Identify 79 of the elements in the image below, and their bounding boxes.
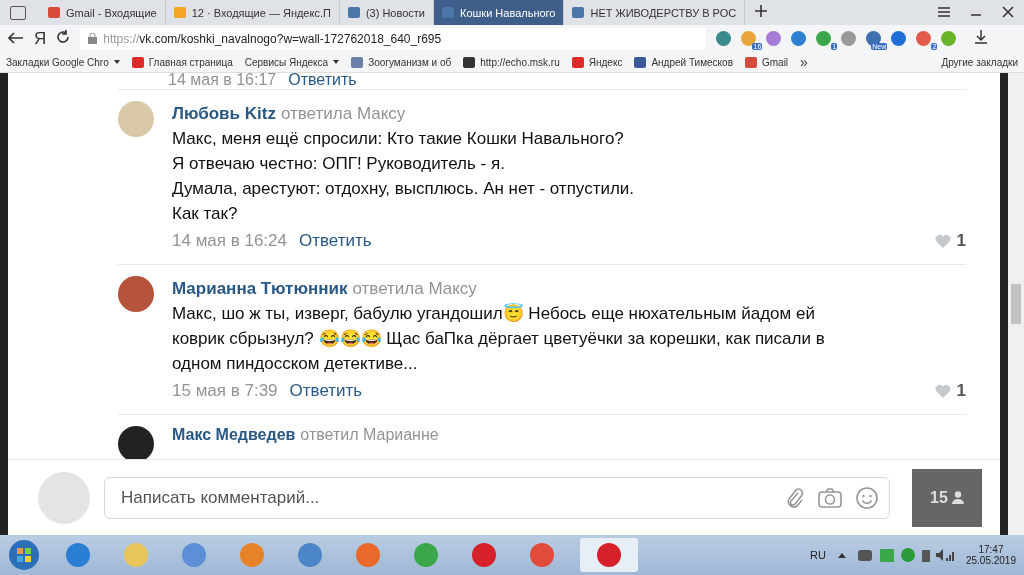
browser-tab[interactable]: Кошки Навального [434, 0, 565, 25]
bookmark-item[interactable]: Gmail [744, 56, 789, 68]
extension-icon[interactable] [791, 31, 807, 46]
heart-icon [934, 383, 951, 398]
bookmark-title: Gmail [761, 56, 789, 68]
comment-text: Макс, меня ещё спросили: Кто такие Кошки Навального? [172, 128, 625, 150]
author-name[interactable]: Любовь Kitz [172, 101, 276, 126]
camera-icon[interactable] [818, 487, 842, 508]
bookmark-title: Главная страница [148, 56, 233, 68]
like-button[interactable]: 1 [934, 228, 966, 253]
extension-icon[interactable] [841, 31, 857, 46]
comment-text: Макс, шо ж ты, изверг, бабулю угандошил😇 Небось еще нюхательным йадом ей [172, 302, 816, 325]
comment-text: Я отвечаю честно: ОПГ! Руководитель - я. [172, 153, 506, 175]
bookmark-item[interactable]: http://echo.msk.ru [463, 56, 560, 68]
person-icon [951, 491, 964, 504]
like-button[interactable]: 1 [934, 378, 966, 403]
comment-date: 14 мая в 16:17 [168, 73, 277, 89]
extension-icon[interactable] [866, 31, 882, 46]
tab-title: Кошки Навального [460, 6, 556, 19]
taskbar-app[interactable] [580, 538, 638, 572]
comment-text: коврик сбрызнул? 😂😂😂 Щас баПка дёргает цветуёчки за корешки, как писали в [172, 328, 826, 350]
bookmark-icon [634, 56, 647, 68]
bookmark-icon [571, 56, 584, 68]
bookmark-item[interactable]: Андрей Тимесков [634, 56, 733, 68]
reply-link[interactable]: Ответить [288, 73, 357, 89]
reply-link[interactable]: Ответить [289, 378, 363, 403]
extension-icon[interactable] [766, 31, 782, 46]
bookmark-item[interactable]: Яндекс [571, 56, 623, 68]
paperclip-icon[interactable] [786, 486, 804, 509]
bookmark-title: http://echo.msk.ru [480, 56, 560, 68]
clock-date[interactable]: 25.05.2019 [965, 555, 1016, 566]
other-bookmarks[interactable]: Другие закладки [941, 56, 1018, 68]
tab-title: (3) Новости [365, 6, 425, 19]
comment-date: 14 мая в 16:24 [172, 230, 287, 252]
author-name[interactable]: Марианна Тютюнник [172, 276, 348, 301]
browser-logo[interactable]: Я [34, 28, 47, 49]
bookmark-title: Яндекс [588, 56, 623, 68]
url-text: https://vk.com/koshki_navalnogo?w=wall-172762018_640_r695 [103, 31, 442, 46]
address-field[interactable]: https://vk.com/koshki_navalnogo?w=wall-172762018_640_r695 [80, 27, 707, 50]
comment-date: 15 мая в 7:39 [172, 380, 278, 402]
bookmark-title: Зоогуманизм и об [368, 56, 452, 68]
reply-to-text: ответила Максу [280, 103, 406, 125]
user-avatar [38, 471, 90, 524]
extension-icon[interactable] [716, 31, 732, 46]
bookmark-icon [463, 56, 476, 68]
bookmark-icon [131, 56, 144, 68]
bookmark-icon [744, 56, 757, 68]
online-count[interactable]: 15 [912, 468, 982, 527]
comment-field[interactable]: Написать комментарий... [104, 476, 890, 519]
start-button[interactable] [8, 539, 40, 571]
extension-icon[interactable] [916, 31, 932, 46]
tray-icons-drawing[interactable] [835, 547, 956, 563]
sidebar-icon[interactable] [10, 5, 26, 20]
bookmark-item[interactable]: Главная страница [131, 56, 233, 68]
tab-title: Gmail - Входящие [66, 6, 157, 19]
comment-text: Как так? [172, 203, 239, 225]
smiley-icon[interactable] [856, 486, 878, 509]
reply-to-text: ответила Максу [352, 278, 477, 300]
more-bookmarks[interactable]: » [800, 54, 808, 70]
tab-title: НЕТ ЖИВОДЕРСТВУ В РОС [590, 6, 737, 19]
extension-icon[interactable] [891, 31, 907, 46]
reply-link[interactable]: Ответить [299, 228, 372, 253]
lock-icon [88, 33, 98, 44]
tab-title: 12 · Входящие — Яндекс.П [191, 6, 331, 19]
bookmark-item[interactable]: Зоогуманизм и об [351, 56, 452, 68]
scrollbar[interactable] [1008, 73, 1024, 535]
bookmark-title: Андрей Тимесков [651, 56, 733, 68]
extension-icon[interactable] [741, 31, 757, 46]
comment-text: одном пиндосском детективе... [172, 353, 419, 375]
author-name[interactable]: Макс Медведев [172, 426, 296, 459]
language-indicator[interactable]: RU [810, 549, 826, 561]
extension-icon[interactable] [941, 31, 957, 46]
clock-time[interactable]: 17:47 [978, 544, 1004, 555]
bookmark-icon [351, 56, 364, 68]
avatar[interactable] [118, 426, 154, 459]
comment-text: Думала, арестуют: отдохну, высплюсь. Ан нет - отпустили. [172, 178, 636, 200]
reply-to-text: ответил Марианне [300, 426, 439, 445]
heart-icon [934, 233, 951, 248]
extension-icon[interactable] [816, 31, 832, 46]
